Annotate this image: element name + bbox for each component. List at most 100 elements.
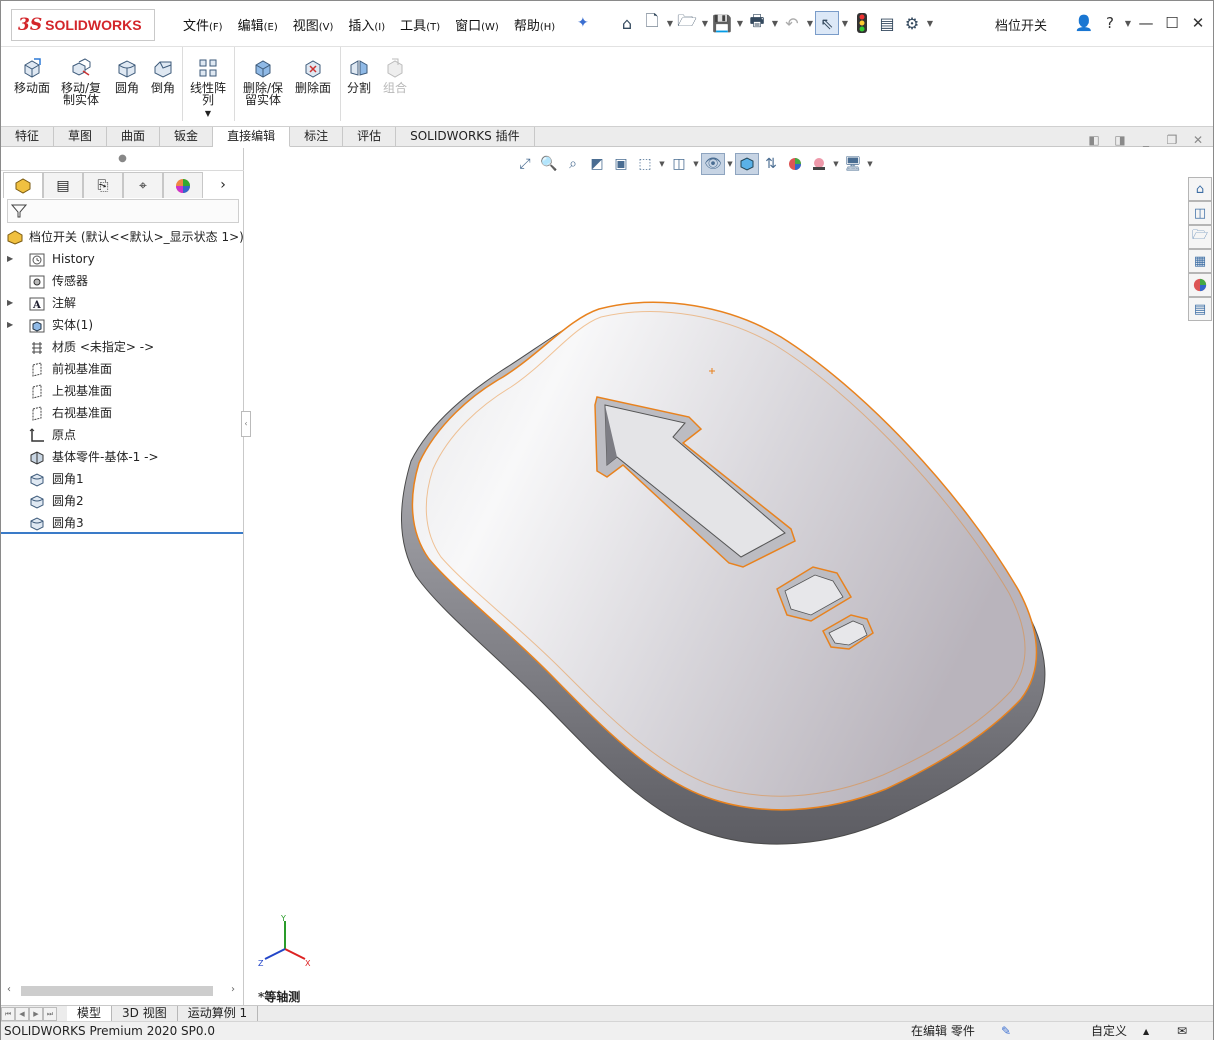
panel-collapse-handle[interactable]: ‹ (241, 411, 251, 437)
tab-addins[interactable]: SOLIDWORKS 插件 (396, 127, 535, 147)
scrollbar-thumb[interactable] (21, 986, 213, 996)
custom-properties-icon[interactable]: ▤ (1188, 297, 1212, 321)
chevron-down-icon[interactable]: ▼ (657, 160, 667, 168)
tree-item[interactable]: 传感器 (3, 270, 243, 292)
chevron-up-icon[interactable]: ▲ (1143, 1022, 1149, 1040)
appearances-icon[interactable] (1188, 273, 1212, 297)
status-units[interactable]: 自定义 (1091, 1022, 1127, 1040)
rebuild-traffic-light-icon[interactable] (850, 11, 874, 35)
menu-view[interactable]: 视图(V) (293, 15, 334, 34)
tab-first-icon[interactable]: ⏮ (1, 1006, 15, 1021)
help-icon[interactable]: ? (1097, 11, 1123, 35)
zoom-to-area-icon[interactable]: 🔍 (537, 153, 561, 175)
file-properties-icon[interactable]: ▤ (875, 11, 899, 35)
tree-item[interactable]: 材质 <未指定> -> (3, 336, 243, 358)
maximize-icon[interactable]: ☐ (1159, 11, 1185, 35)
expand-arrow-icon[interactable]: ▶ (7, 292, 13, 314)
section-view-icon[interactable]: ◩ (585, 153, 609, 175)
design-library-icon[interactable]: ◫ (1188, 201, 1212, 225)
rebuild-status-icon[interactable]: ✎ (1001, 1022, 1011, 1040)
menu-edit[interactable]: 编辑(E) (238, 15, 278, 34)
tab-evaluate[interactable]: 评估 (343, 127, 397, 147)
horizontal-scrollbar[interactable]: ‹ › (7, 984, 239, 997)
chevron-down-icon[interactable]: ▼ (865, 160, 875, 168)
delete-face-button[interactable]: 删除面 (291, 57, 335, 94)
dimxpert-tab-icon[interactable]: ⌖ (123, 172, 163, 198)
move-face-button[interactable]: 移动面 (11, 57, 53, 94)
menu-tools[interactable]: 工具(T) (400, 15, 440, 34)
menu-help[interactable]: 帮助(H) (514, 15, 555, 34)
tab-last-icon[interactable]: ⏭ (43, 1006, 57, 1021)
chevron-down-icon[interactable]: ▼ (205, 108, 211, 120)
tree-item[interactable]: 前视基准面 (3, 358, 243, 380)
user-icon[interactable]: 👤 (1071, 11, 1097, 35)
view-palette-icon[interactable]: ▦ (1188, 249, 1212, 273)
tree-item[interactable]: ▶ A 注解 (3, 292, 243, 314)
file-explorer-icon[interactable]: 🗁 (1188, 225, 1212, 249)
viewport-next-icon[interactable]: ◨ (1107, 133, 1133, 151)
tab-features[interactable]: 特征 (1, 127, 55, 147)
chevron-down-icon[interactable]: ▼ (735, 11, 745, 35)
home-icon[interactable]: ⌂ (615, 11, 639, 35)
view-orientation-icon[interactable]: ⬚ (633, 153, 657, 175)
tab-model[interactable]: 模型 (67, 1005, 113, 1022)
save-icon[interactable]: 💾 (710, 11, 734, 35)
tab-sheet-metal[interactable]: 钣金 (160, 127, 214, 147)
tree-item[interactable]: 圆角3 (3, 512, 243, 534)
chevron-right-icon[interactable]: › (203, 172, 243, 198)
chamfer-button[interactable]: 倒角 (147, 57, 179, 94)
chevron-down-icon[interactable]: ▼ (840, 11, 850, 35)
chevron-down-icon[interactable]: ▼ (1123, 11, 1133, 35)
display-manager-tab-icon[interactable] (163, 172, 203, 198)
chevron-down-icon[interactable]: ▼ (725, 160, 735, 168)
tab-direct-editing[interactable]: 直接编辑 (213, 127, 291, 147)
chevron-down-icon[interactable]: ▼ (691, 160, 701, 168)
tree-item[interactable]: 上视基准面 (3, 380, 243, 402)
chevron-down-icon[interactable]: ▼ (925, 11, 935, 35)
tab-prev-icon[interactable]: ◀ (15, 1006, 29, 1021)
zoom-to-fit-icon[interactable]: ⤢ (513, 153, 537, 175)
viewport-close-icon[interactable]: ✕ (1185, 133, 1211, 151)
tree-item[interactable]: 圆角2 (3, 490, 243, 512)
expand-arrow-icon[interactable]: ▶ (7, 248, 13, 270)
tree-item[interactable]: 圆角1 (3, 468, 243, 490)
combine-button[interactable]: 组合 (379, 57, 411, 94)
shaded-with-edges-icon[interactable] (735, 153, 759, 175)
tab-motion-study[interactable]: 运动算例 1 (178, 1005, 259, 1022)
select-pointer-icon[interactable]: ⇖ (815, 11, 839, 35)
rollback-bar[interactable] (1, 532, 243, 534)
scroll-left-icon[interactable]: ‹ (7, 984, 11, 995)
new-document-icon[interactable]: 🗋 (640, 11, 664, 35)
expand-arrow-icon[interactable]: ▶ (7, 314, 13, 336)
move-copy-body-button[interactable]: 移动/复制实体 (59, 57, 103, 106)
fillet-button[interactable]: 圆角 (111, 57, 143, 94)
tab-sketch[interactable]: 草图 (54, 127, 108, 147)
apply-scene-icon[interactable] (807, 153, 831, 175)
split-button[interactable]: 分割 (343, 57, 375, 94)
gear-icon[interactable]: ⚙ (900, 11, 924, 35)
chevron-down-icon[interactable]: ▼ (770, 11, 780, 35)
previous-view-icon[interactable]: ⌕ (561, 153, 585, 175)
chevron-down-icon[interactable]: ▼ (805, 11, 815, 35)
linear-pattern-button[interactable]: 线性阵列 ▼ (187, 57, 229, 120)
solidworks-logo[interactable]: 3S SOLIDWORKS (11, 9, 155, 41)
display-style-icon[interactable]: ◫ (667, 153, 691, 175)
chevron-down-icon[interactable]: ▼ (831, 160, 841, 168)
menu-window[interactable]: 窗口(W) (455, 15, 499, 34)
tab-next-icon[interactable]: ▶ (29, 1006, 43, 1021)
pin-menu-icon[interactable]: ✦ (577, 15, 589, 31)
viewport-prev-icon[interactable]: ◧ (1081, 133, 1107, 151)
panel-grip-icon[interactable]: ● (1, 148, 244, 171)
configuration-manager-tab-icon[interactable]: ⎘ (83, 172, 123, 198)
tree-item[interactable]: ▶ 实体(1) (3, 314, 243, 336)
menu-file[interactable]: 文件(F) (183, 15, 223, 34)
viewport-restore-icon[interactable]: ❐ (1159, 133, 1185, 151)
open-folder-icon[interactable]: 🗁 (675, 11, 699, 35)
undo-icon[interactable]: ↶ (780, 11, 804, 35)
edit-appearance-icon[interactable] (783, 153, 807, 175)
tab-3d-views[interactable]: 3D 视图 (112, 1005, 178, 1022)
tab-markup[interactable]: 标注 (290, 127, 344, 147)
tree-item[interactable]: 右视基准面 (3, 402, 243, 424)
chevron-down-icon[interactable]: ▼ (665, 11, 675, 35)
print-icon[interactable]: 🖶 (745, 11, 769, 35)
